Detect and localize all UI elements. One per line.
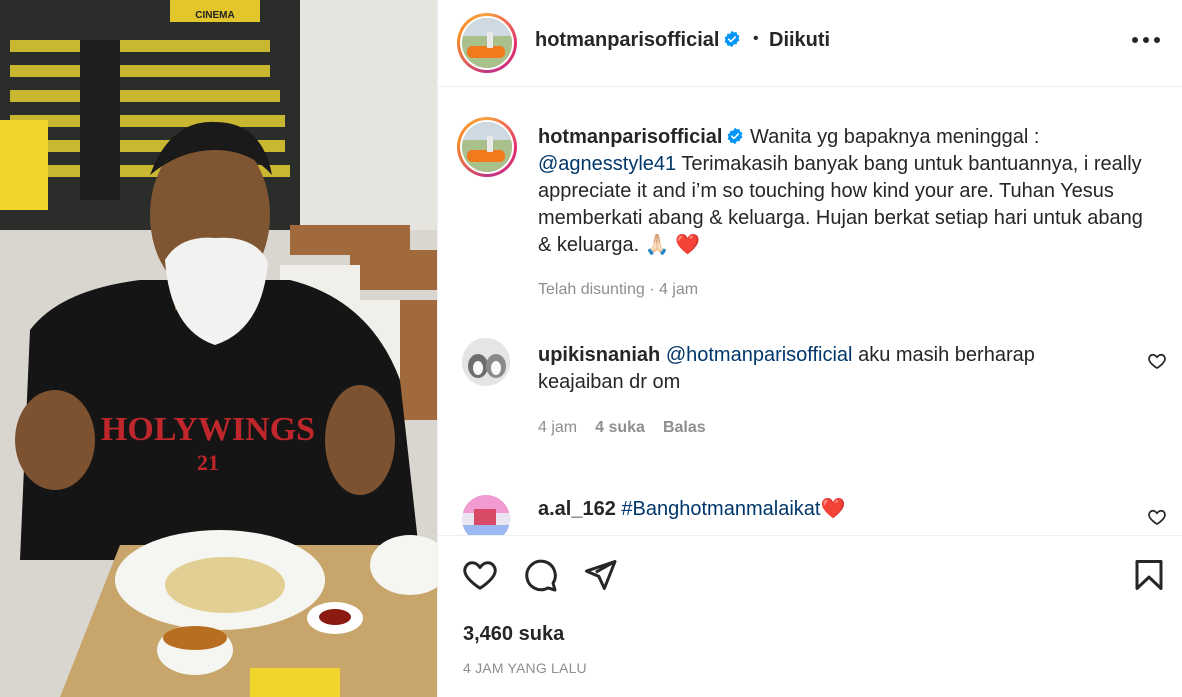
comment-username[interactable]: upikisnaniah — [538, 344, 660, 366]
avatar — [462, 18, 512, 68]
verified-badge-icon — [728, 127, 743, 145]
red-heart-emoji: ❤️ — [675, 234, 701, 256]
comment-hashtag-link[interactable]: #Banghotmanmalaikat — [621, 498, 820, 520]
comment-username[interactable]: a.al_162 — [538, 498, 616, 520]
post-actions: 3,460 suka 4 JAM YANG LALU — [438, 535, 1182, 697]
header-username[interactable]: hotmanparisofficial — [535, 29, 741, 52]
verified-badge-icon — [725, 30, 740, 48]
shirt-text: HOLYWINGS — [101, 411, 315, 448]
comment-likes-button[interactable]: 4 suka — [595, 419, 645, 437]
post-caption: hotmanparisofficial Wanita yg bapaknya m… — [538, 124, 1158, 259]
comment-reply-button[interactable]: Balas — [663, 419, 706, 437]
caption-avatar — [462, 122, 512, 172]
caption-text-1: Wanita yg bapaknya meninggal : — [750, 126, 1040, 148]
comment-mention-link[interactable]: @hotmanparisofficial — [666, 344, 853, 366]
comments-section[interactable]: hotmanparisofficial Wanita yg bapaknya m… — [438, 88, 1182, 535]
post-timestamp[interactable]: 4 JAM YANG LALU — [463, 660, 587, 676]
header-separator: • — [753, 30, 759, 47]
shirt-number: 21 — [197, 450, 219, 475]
caption-mention-link[interactable]: @agnesstyle41 — [538, 153, 676, 175]
more-options-icon[interactable] — [1132, 30, 1160, 50]
comment-meta: 4 jam 4 suka Balas — [538, 419, 706, 437]
bookmark-icon[interactable] — [1131, 557, 1167, 593]
heart-icon[interactable] — [462, 557, 498, 593]
cinema-sign-text: CINEMA — [195, 10, 234, 21]
caption-avatar-ring[interactable] — [457, 117, 517, 177]
comment-time: 4 jam — [538, 419, 578, 436]
comment-avatar[interactable] — [462, 495, 510, 535]
comment-icon[interactable] — [522, 557, 558, 593]
caption-username[interactable]: hotmanparisofficial — [538, 126, 722, 148]
profile-avatar-ring[interactable] — [457, 13, 517, 73]
paper-plane-icon[interactable] — [582, 557, 618, 593]
header-username-text[interactable]: hotmanparisofficial — [535, 29, 719, 51]
caption-meta: Telah disunting · 4 jam — [538, 281, 699, 298]
comment-avatar[interactable] — [462, 338, 510, 386]
comment-like-heart-icon[interactable] — [1147, 351, 1167, 371]
comment-text: upikisnaniah @hotmanparisofficial aku ma… — [538, 342, 1098, 396]
praying-hands-emoji: 🙏🏻 — [644, 234, 670, 256]
comment-text: a.al_162 #Banghotmanmalaikat❤️ — [538, 496, 845, 523]
post-photo[interactable]: CINEMA HOLYWINGS 21 — [0, 0, 437, 697]
likes-count[interactable]: 3,460 suka — [463, 623, 564, 646]
post-details-panel: hotmanparisofficial • Diikuti hotmanpari… — [437, 0, 1182, 697]
post-header: hotmanparisofficial • Diikuti — [438, 0, 1182, 87]
comment-like-heart-icon[interactable] — [1147, 507, 1167, 527]
red-heart-emoji: ❤️ — [820, 498, 846, 520]
follow-status-button[interactable]: Diikuti — [769, 29, 830, 52]
